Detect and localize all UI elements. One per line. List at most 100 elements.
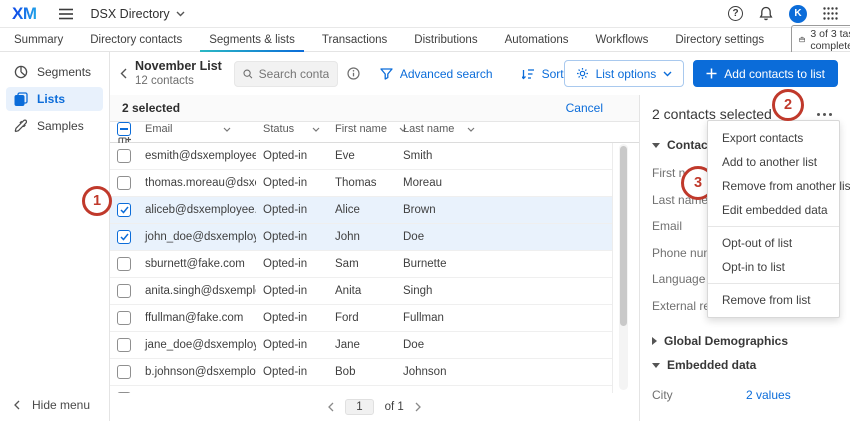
list-title: November List [135, 58, 222, 73]
page-count-label: of 1 [384, 401, 404, 413]
menu-item-opt-out-of-list[interactable]: Opt-out of list [708, 231, 839, 255]
tab-transactions[interactable]: Transactions [322, 28, 387, 52]
help-icon[interactable] [728, 6, 743, 21]
previous-page-icon[interactable] [328, 402, 334, 412]
row-checkbox[interactable] [117, 149, 131, 163]
tab-directory-settings[interactable]: Directory settings [675, 28, 764, 52]
sidebar-item-samples[interactable]: Samples [6, 114, 103, 138]
app-switcher-waffle-icon[interactable] [823, 7, 838, 20]
row-checkbox[interactable] [117, 257, 131, 271]
add-contacts-label: Add contacts to list [724, 66, 825, 81]
column-header-status[interactable]: Status [256, 123, 328, 135]
chevron-down-icon[interactable] [312, 127, 320, 132]
table-row[interactable]: sburnett@fake.com Opted-in Sam Burnette [110, 251, 612, 278]
contacts-table: 2 selected Cancel Email Status First nam… [110, 95, 640, 421]
table-row[interactable]: anita.singh@dsxemployee... Opted-in Anit… [110, 278, 612, 305]
caret-right-icon [652, 337, 657, 345]
sort-button[interactable]: Sort [521, 67, 564, 81]
hamburger-menu-icon[interactable] [58, 8, 73, 20]
sort-icon [521, 68, 534, 79]
tab-automations[interactable]: Automations [505, 28, 569, 52]
column-header-last-name[interactable]: Last name [396, 123, 613, 135]
caret-down-icon [652, 142, 660, 148]
search-input[interactable] [258, 66, 329, 81]
column-header-first-name[interactable]: First name [328, 123, 407, 135]
menu-item-add-to-another-list[interactable]: Add to another list [708, 150, 839, 174]
cancel-selection-link[interactable]: Cancel [566, 101, 603, 115]
chevron-down-icon[interactable] [467, 127, 475, 132]
row-checkbox[interactable] [117, 311, 131, 325]
column-header-email[interactable]: Email [138, 123, 256, 135]
segments-pie-icon [14, 65, 28, 79]
info-icon[interactable] [347, 67, 360, 80]
row-checkbox-checked[interactable] [117, 230, 131, 244]
table-scrollbar [614, 143, 639, 393]
table-row[interactable]: esmith@dsxemployee.com Opted-in Eve Smit… [110, 143, 612, 170]
selection-bar: 2 selected Cancel [110, 95, 639, 122]
table-row[interactable]: ffullman@fake.com Opted-in Ford Fullman [110, 305, 612, 332]
more-options-icon[interactable] [815, 109, 834, 120]
sidebar-item-label: Segments [37, 65, 92, 79]
global-demographics-label: Global Demographics [664, 334, 789, 348]
search-box[interactable] [233, 60, 338, 87]
selected-count: 2 selected [122, 101, 181, 115]
row-checkbox[interactable] [117, 284, 131, 298]
embedded-data-value-link[interactable]: 2 values [746, 388, 791, 402]
tab-segments-lists[interactable]: Segments & lists [200, 28, 304, 53]
lists-icon [14, 92, 28, 106]
list-options-label: List options [595, 66, 657, 81]
user-avatar[interactable]: K [789, 4, 807, 23]
menu-item-edit-embedded-data[interactable]: Edit embedded data [708, 198, 839, 222]
embedded-data-row: City 2 values [652, 388, 836, 402]
row-checkbox[interactable] [117, 338, 131, 352]
notifications-bell-icon[interactable] [759, 6, 773, 21]
embedded-data-section-toggle[interactable]: Embedded data [652, 358, 836, 372]
menu-item-remove-from-list[interactable]: Remove from list [708, 288, 839, 312]
table-row-selected[interactable]: aliceb@dsxemployee.com Opted-in Alice Br… [110, 197, 612, 224]
filter-funnel-icon [380, 67, 393, 80]
list-header: November List 12 contacts Advanced searc… [110, 52, 850, 95]
next-page-icon[interactable] [415, 402, 421, 412]
table-row[interactable]: b.johnson@dsxemployee.... Opted-in Bob J… [110, 359, 612, 386]
product-name: DSX Directory [90, 6, 170, 21]
row-checkbox[interactable] [117, 365, 131, 379]
advanced-search-button[interactable]: Advanced search [380, 67, 493, 81]
context-menu: Export contacts Add to another list Remo… [707, 120, 850, 318]
briefcase-icon [799, 36, 806, 43]
page-number-input[interactable]: 1 [345, 399, 374, 415]
directory-nav: Summary Directory contacts Segments & li… [0, 24, 850, 55]
tab-summary[interactable]: Summary [14, 28, 63, 52]
back-button[interactable] [120, 68, 127, 79]
global-demographics-section-toggle[interactable]: Global Demographics [652, 334, 836, 348]
table-row-selected[interactable]: john_doe@dsxemployee.... Opted-in John D… [110, 224, 612, 251]
embedded-data-key: City [652, 388, 673, 402]
table-row[interactable]: jane_doe@dsxemployee.... Opted-in Jane D… [110, 332, 612, 359]
row-checkbox-checked[interactable] [117, 203, 131, 217]
row-checkbox[interactable] [117, 176, 131, 190]
hide-menu-button[interactable]: Hide menu [6, 398, 98, 412]
sidebar-item-segments[interactable]: Segments [6, 60, 103, 84]
list-options-button[interactable]: List options [563, 60, 685, 87]
add-contacts-button[interactable]: Add contacts to list [693, 60, 838, 87]
menu-item-export-contacts[interactable]: Export contacts [708, 126, 839, 150]
tasks-completed-badge[interactable]: 3 of 3 tasks completed [791, 24, 850, 55]
chevron-down-icon[interactable] [223, 127, 231, 132]
tab-directory-contacts[interactable]: Directory contacts [90, 28, 182, 52]
advanced-search-label: Advanced search [399, 66, 493, 81]
plus-icon [706, 68, 717, 79]
product-switcher[interactable]: DSX Directory [91, 7, 185, 21]
menu-item-opt-in-to-list[interactable]: Opt-in to list [708, 255, 839, 279]
menu-item-remove-from-another-list[interactable]: Remove from another list [708, 174, 850, 198]
scrollbar-thumb[interactable] [620, 146, 627, 326]
chevron-down-icon [663, 71, 672, 76]
tasks-completed-label: 3 of 3 tasks completed [810, 27, 850, 52]
table-row[interactable]: thomas.moreau@dsxempl... Opted-in Thomas… [110, 170, 612, 197]
select-all-checkbox[interactable] [117, 122, 131, 136]
search-icon [243, 69, 253, 78]
table-row[interactable]: samburnette@fake.com Opted-in Samantha B… [110, 386, 612, 393]
tab-distributions[interactable]: Distributions [414, 28, 477, 52]
list-title-block: November List 12 contacts [135, 59, 222, 89]
caret-down-icon [652, 362, 660, 368]
sidebar-item-lists[interactable]: Lists [6, 87, 103, 111]
tab-workflows[interactable]: Workflows [596, 28, 649, 52]
